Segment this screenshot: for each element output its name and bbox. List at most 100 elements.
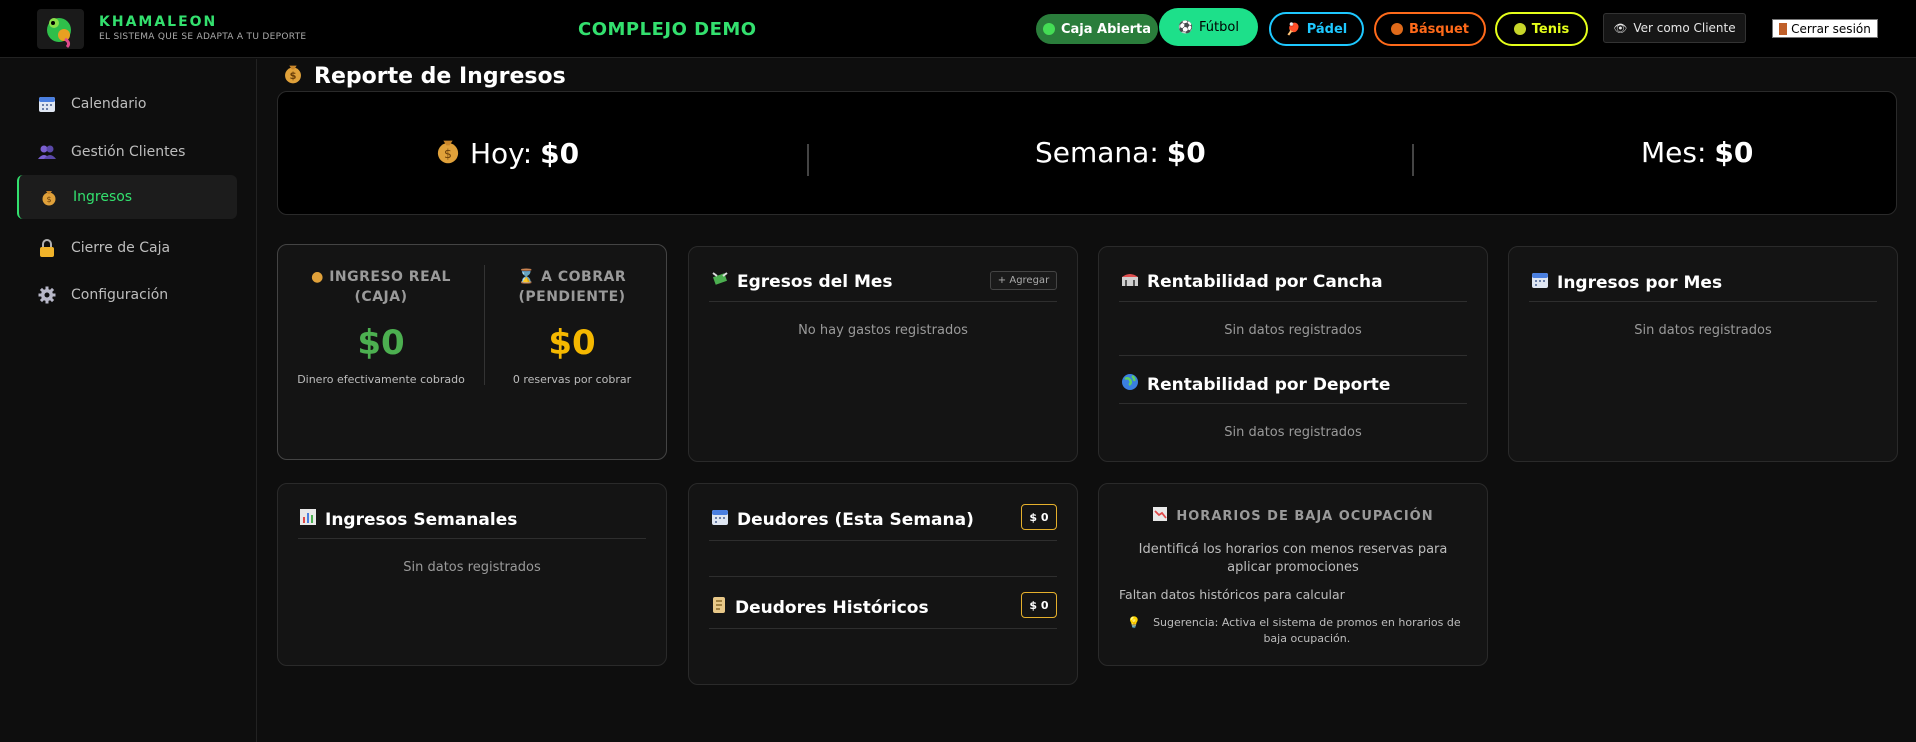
complex-name: COMPLEJO DEMO [578,19,757,40]
rentabilidad-deporte-text: Rentabilidad por Deporte [1147,374,1391,395]
summary-semana: Semana: $0 [1035,136,1206,169]
users-icon [37,142,57,162]
eye-icon: 👁 [1613,21,1628,35]
deudores-semana-badge: $ 0 [1021,504,1057,530]
card-divider [709,540,1057,541]
cerrar-sesion-button[interactable]: Cerrar sesión [1772,19,1878,38]
sport-basquet-button[interactable]: Básquet [1374,12,1486,46]
page-title-text: Reporte de Ingresos [314,63,566,89]
rentabilidad-cancha-empty: Sin datos registrados [1224,323,1362,338]
ingresos-mes-card: Ingresos por Mes Sin datos registrados [1508,246,1898,462]
hourglass-icon: ⌛ [517,269,536,285]
ingresos-mes-title: Ingresos por Mes [1531,271,1722,294]
summary-semana-label: Semana: [1035,136,1159,169]
top-header: KHAMALEON EL SISTEMA QUE SE ADAPTA A TU … [0,0,1916,58]
a-cobrar-note: 0 reservas por cobrar [512,373,632,386]
money-bag-icon: $ [282,62,304,90]
ingresos-semanales-text: Ingresos Semanales [325,509,518,530]
sidebar-item-label: Ingresos [73,189,133,205]
a-cobrar-label: A COBRAR [541,269,627,285]
globe-icon [1121,373,1139,396]
lightbulb-icon: 💡 [1127,616,1141,629]
sport-padel-label: Pádel [1306,21,1348,37]
paddle-racket-icon: 🏓 [1285,22,1301,36]
sidebar-item-calendario[interactable]: Calendario [17,82,237,126]
page-title: $ Reporte de Ingresos [282,62,566,90]
svg-text:$: $ [290,71,297,82]
door-icon [1779,22,1788,35]
ingresos-mes-text: Ingresos por Mes [1557,272,1723,293]
caja-card: ● INGRESO REAL (CAJA) $0 Dinero efectiva… [277,244,667,460]
brand-tagline: EL SISTEMA QUE SE ADAPTA A TU DEPORTE [99,32,307,42]
lock-icon [37,238,57,258]
ingresos-semanales-title: Ingresos Semanales [299,508,517,531]
ingresos-mes-empty: Sin datos registrados [1634,323,1772,338]
money-bag-icon: $ [39,187,59,207]
card-divider [709,628,1057,629]
caja-abierta-label: Caja Abierta [1060,21,1152,37]
summary-hoy: $ Hoy: $0 [434,136,579,171]
summary-hoy-value: $0 [540,137,580,170]
brand-name: KHAMALEON [99,14,218,30]
svg-text:$: $ [46,195,51,204]
baja-ocupacion-missing: Faltan datos históricos para calcular [1119,587,1345,602]
sport-padel-button[interactable]: 🏓 Pádel [1269,12,1364,46]
sport-basquet-label: Básquet [1408,21,1469,37]
ingreso-real-label: INGRESO REAL [329,269,451,285]
sidebar-item-label: Calendario [71,96,147,112]
egresos-title: Egresos del Mes [711,271,893,292]
card-divider [1529,301,1877,302]
calendar-icon [711,508,729,531]
baja-ocupacion-description: Identificá los horarios con menos reserv… [1138,542,1448,575]
deudores-card: Deudores (Esta Semana) $ 0 Deudores Hist… [688,483,1078,685]
sidebar-item-configuracion[interactable]: Configuración [17,273,237,317]
card-divider [1119,355,1467,356]
egresos-empty: No hay gastos registrados [798,323,968,338]
green-circle-icon [1042,23,1055,35]
summary-mes-label: Mes: [1641,136,1707,169]
sport-futbol-button[interactable]: ⚽ Fútbol [1159,8,1258,46]
sidebar-item-label: Gestión Clientes [71,144,186,160]
stadium-icon [1121,271,1139,292]
card-divider [298,538,646,539]
ingresos-semanales-card: Ingresos Semanales Sin datos registrados [277,483,667,666]
deudores-historicos-badge: $ 0 [1021,592,1057,618]
baja-ocupacion-title: HORARIOS DE BAJA OCUPACIÓN [1176,508,1434,524]
egresos-card: Egresos del Mes + Agregar No hay gastos … [688,246,1078,462]
summary-mes-value: $0 [1714,136,1754,169]
rentabilidad-cancha-text: Rentabilidad por Cancha [1147,271,1383,292]
baja-ocupacion-heading: HORARIOS DE BAJA OCUPACIÓN [1099,506,1487,526]
caja-abierta-button[interactable]: Caja Abierta [1036,14,1158,44]
rentabilidad-deporte-title: Rentabilidad por Deporte [1121,373,1390,396]
deudores-semana-text: Deudores (Esta Semana) [737,509,974,530]
sport-futbol-label: Fútbol [1199,19,1239,35]
summary-mes: Mes: $0 [1641,136,1753,169]
sport-tenis-label: Tenis [1531,21,1570,37]
sidebar: Calendario Gestión Clientes $ Ingresos C… [0,59,257,742]
summary-semana-value: $0 [1166,136,1206,169]
cerrar-sesion-label: Cerrar sesión [1791,21,1871,36]
a-cobrar-sublabel: (PENDIENTE) [518,289,626,305]
deudores-historicos-text: Deudores Históricos [735,597,929,618]
deudores-semana-title: Deudores (Esta Semana) [711,508,974,531]
card-divider [709,301,1057,302]
sidebar-item-ingresos[interactable]: $ Ingresos [17,175,237,219]
ingreso-real-value: $0 [357,323,405,363]
egresos-title-text: Egresos del Mes [737,271,893,292]
agregar-gasto-button[interactable]: + Agregar [990,271,1057,290]
sport-tenis-button[interactable]: Tenis [1495,12,1588,46]
sidebar-item-label: Configuración [71,287,169,303]
card-divider [709,576,1057,577]
ver-como-cliente-button[interactable]: 👁 Ver como Cliente [1603,13,1746,43]
sidebar-item-cierre-caja[interactable]: Cierre de Caja [17,226,237,270]
summary-divider [1412,144,1414,176]
calendar-icon [1531,271,1549,294]
sidebar-item-gestion-clientes[interactable]: Gestión Clientes [17,130,237,174]
deudores-historicos-title: Deudores Históricos [711,596,929,619]
soccer-ball-icon: ⚽ [1178,20,1194,34]
bar-chart-icon [299,508,317,531]
baja-ocupacion-suggestion: 💡 Sugerencia: Activa el sistema de promo… [1127,615,1467,647]
khamaleon-logo[interactable] [37,9,84,49]
rentabilidad-deporte-empty: Sin datos registrados [1224,425,1362,440]
svg-text:$: $ [444,146,452,161]
